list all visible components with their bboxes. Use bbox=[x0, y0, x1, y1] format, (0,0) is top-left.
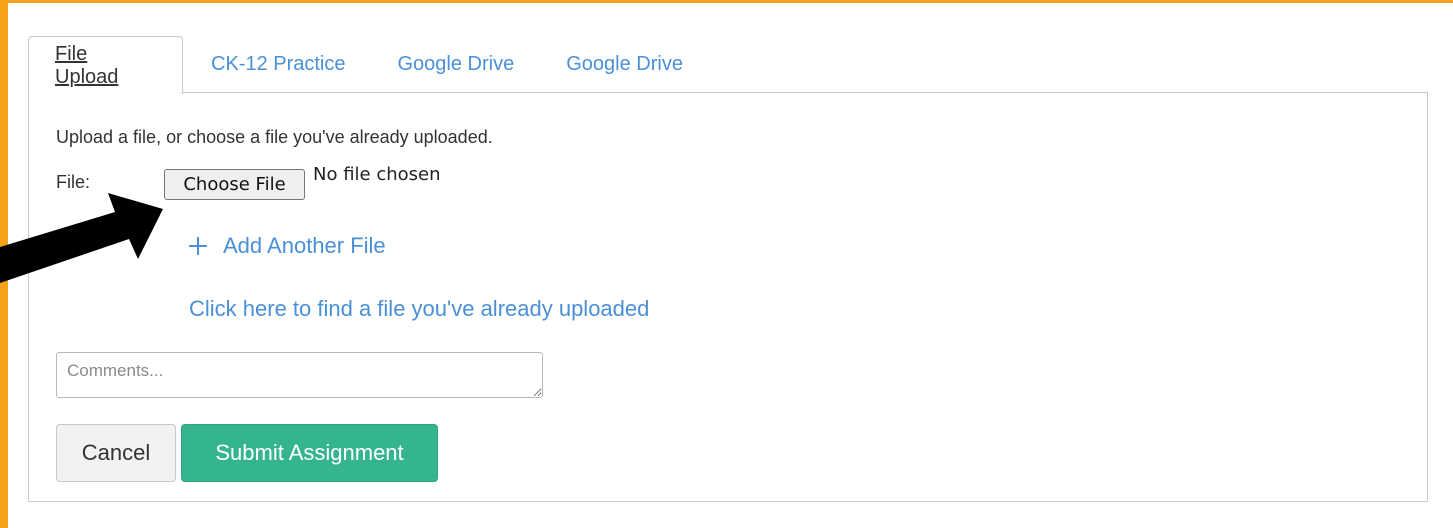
tab-google-drive-2[interactable]: Google Drive bbox=[540, 36, 709, 93]
submit-assignment-button[interactable]: Submit Assignment bbox=[181, 424, 438, 482]
tab-label: CK-12 Practice bbox=[211, 53, 346, 75]
tab-label: File Upload bbox=[55, 42, 119, 88]
cancel-button[interactable]: Cancel bbox=[56, 424, 176, 482]
tab-label: Google Drive bbox=[397, 53, 515, 75]
tab-label: Google Drive bbox=[566, 53, 683, 75]
comments-field[interactable] bbox=[56, 352, 543, 398]
find-uploaded-file-link[interactable]: Click here to find a file you've already… bbox=[189, 296, 649, 322]
file-label: File: bbox=[56, 172, 91, 192]
tab-google-drive-1[interactable]: Google Drive bbox=[372, 36, 541, 93]
tab-ck12-practice[interactable]: CK-12 Practice bbox=[183, 36, 372, 93]
submission-tabs: File Upload CK-12 Practice Google Drive … bbox=[28, 36, 709, 94]
submission-frame: File Upload CK-12 Practice Google Drive … bbox=[8, 3, 1453, 528]
choose-file-button[interactable]: Choose File bbox=[164, 169, 305, 200]
tab-file-upload[interactable]: File Upload bbox=[28, 36, 183, 94]
plus-icon bbox=[189, 237, 207, 255]
add-another-file-link[interactable]: Add Another File bbox=[189, 233, 386, 259]
upload-instructions: Upload a file, or choose a file you've a… bbox=[56, 127, 493, 147]
no-file-chosen-text: No file chosen bbox=[313, 164, 441, 185]
file-upload-panel: Upload a file, or choose a file you've a… bbox=[28, 92, 1428, 502]
add-another-file-label: Add Another File bbox=[223, 233, 386, 258]
